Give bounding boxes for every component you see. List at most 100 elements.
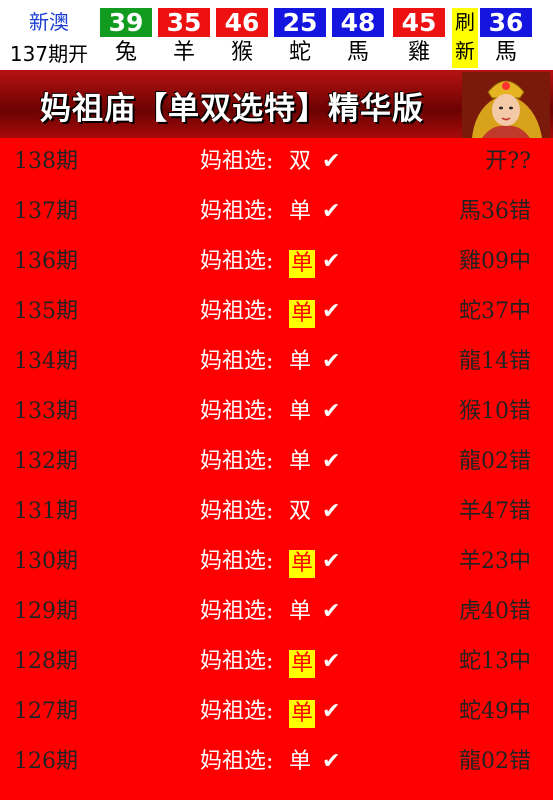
prediction-pick: 单 bbox=[289, 599, 312, 624]
draw-result: 羊47错 bbox=[459, 499, 531, 524]
checkmark-icon: ✔ bbox=[322, 299, 341, 324]
prediction-row: 129期 妈祖选: 单 ✔ 虎40错 bbox=[0, 588, 553, 638]
ball-number: 45 bbox=[393, 8, 445, 37]
draw-result: 蛇49中 bbox=[459, 699, 531, 724]
issue-number: 133期 bbox=[14, 399, 78, 424]
prediction-pick: 单 bbox=[289, 650, 316, 678]
draw-result: 龍14错 bbox=[459, 349, 531, 374]
number-ball: 25 蛇 bbox=[274, 8, 326, 70]
prediction-label: 妈祖选: bbox=[200, 649, 274, 674]
brand-name: 新澳 bbox=[29, 10, 69, 34]
issue-number: 129期 bbox=[14, 599, 78, 624]
draw-result: 雞09中 bbox=[459, 249, 531, 274]
prediction-pick: 单 bbox=[289, 700, 316, 728]
checkmark-icon: ✔ bbox=[322, 649, 341, 674]
ball-number: 48 bbox=[332, 8, 384, 37]
prediction-label: 妈祖选: bbox=[200, 299, 274, 324]
issue-number: 137期 bbox=[14, 199, 78, 224]
number-ball: 48 馬 bbox=[332, 8, 384, 70]
draw-result: 龍02错 bbox=[459, 749, 531, 774]
prediction-row: 128期 妈祖选: 单 ✔ 蛇13中 bbox=[0, 638, 553, 688]
ball-zodiac: 馬 bbox=[332, 37, 384, 70]
prediction-pick: 双 bbox=[289, 499, 312, 524]
brand-block: 新澳 137期开 bbox=[0, 0, 98, 70]
checkmark-icon: ✔ bbox=[322, 149, 341, 174]
ball-zodiac: 兔 bbox=[100, 37, 152, 70]
ball-zodiac: 猴 bbox=[216, 37, 268, 70]
prediction-row: 134期 妈祖选: 单 ✔ 龍14错 bbox=[0, 338, 553, 388]
ball-zodiac: 羊 bbox=[158, 37, 210, 70]
prediction-label: 妈祖选: bbox=[200, 749, 274, 774]
refresh-button[interactable]: 刷 新 bbox=[452, 8, 478, 68]
draw-issue: 137期开 bbox=[9, 42, 89, 66]
draw-result: 龍02错 bbox=[459, 449, 531, 474]
issue-number: 138期 bbox=[14, 149, 78, 174]
prediction-label: 妈祖选: bbox=[200, 549, 274, 574]
ball-zodiac: 蛇 bbox=[274, 37, 326, 70]
prediction-row: 126期 妈祖选: 单 ✔ 龍02错 bbox=[0, 738, 553, 788]
prediction-row: 127期 妈祖选: 单 ✔ 蛇49中 bbox=[0, 688, 553, 738]
prediction-pick: 单 bbox=[289, 250, 316, 278]
prediction-row: 135期 妈祖选: 单 ✔ 蛇37中 bbox=[0, 288, 553, 338]
special-number: 36 bbox=[480, 8, 532, 37]
draw-result: 羊23中 bbox=[459, 549, 531, 574]
ball-number: 39 bbox=[100, 8, 152, 37]
number-ball: 45 雞 bbox=[393, 8, 445, 70]
page-title: 妈祖庙【单双选特】精华版 bbox=[40, 91, 424, 127]
refresh-label-1: 刷 bbox=[455, 10, 475, 34]
prediction-pick: 单 bbox=[289, 199, 312, 224]
prediction-label: 妈祖选: bbox=[200, 699, 274, 724]
draw-result: 蛇37中 bbox=[459, 299, 531, 324]
ball-number: 46 bbox=[216, 8, 268, 37]
page-banner: 妈祖庙【单双选特】精华版 bbox=[0, 70, 553, 138]
draw-result: 蛇13中 bbox=[459, 649, 531, 674]
ball-zodiac: 雞 bbox=[393, 37, 445, 70]
prediction-row: 132期 妈祖选: 单 ✔ 龍02错 bbox=[0, 438, 553, 488]
prediction-pick: 单 bbox=[289, 749, 312, 774]
prediction-label: 妈祖选: bbox=[200, 149, 274, 174]
special-zodiac: 馬 bbox=[480, 37, 532, 70]
draw-result: 馬36错 bbox=[459, 199, 531, 224]
prediction-row: 138期 妈祖选: 双 ✔ 开?? bbox=[0, 138, 553, 188]
refresh-label-2: 新 bbox=[455, 39, 475, 63]
draw-result: 猴10错 bbox=[459, 399, 531, 424]
ball-number: 25 bbox=[274, 8, 326, 37]
prediction-pick: 双 bbox=[289, 149, 312, 174]
prediction-pick: 单 bbox=[289, 550, 316, 578]
prediction-list: 138期 妈祖选: 双 ✔ 开?? 137期 妈祖选: 单 ✔ 馬36错 136期 妈祖选: 单 ✔ 雞09… bbox=[0, 138, 553, 800]
prediction-pick: 单 bbox=[289, 449, 312, 474]
checkmark-icon: ✔ bbox=[322, 499, 341, 524]
draw-result: 开?? bbox=[485, 149, 531, 174]
draw-result: 虎40错 bbox=[459, 599, 531, 624]
checkmark-icon: ✔ bbox=[322, 449, 341, 474]
checkmark-icon: ✔ bbox=[322, 599, 341, 624]
issue-number: 136期 bbox=[14, 249, 78, 274]
prediction-label: 妈祖选: bbox=[200, 249, 274, 274]
prediction-row: 130期 妈祖选: 单 ✔ 羊23中 bbox=[0, 538, 553, 588]
prediction-pick: 单 bbox=[289, 399, 312, 424]
mazu-statue-icon bbox=[462, 72, 550, 138]
issue-number: 127期 bbox=[14, 699, 78, 724]
draw-result-bar: 新澳 137期开 39 兔 35 羊 46 猴 25 蛇 48 馬 45 雞 刷 新 36 馬 bbox=[0, 0, 553, 70]
prediction-label: 妈祖选: bbox=[200, 449, 274, 474]
checkmark-icon: ✔ bbox=[322, 349, 341, 374]
prediction-row: 133期 妈祖选: 单 ✔ 猴10错 bbox=[0, 388, 553, 438]
prediction-row: 131期 妈祖选: 双 ✔ 羊47错 bbox=[0, 488, 553, 538]
issue-number: 126期 bbox=[14, 749, 78, 774]
prediction-pick: 单 bbox=[289, 300, 316, 328]
issue-number: 130期 bbox=[14, 549, 78, 574]
prediction-row: 137期 妈祖选: 单 ✔ 馬36错 bbox=[0, 188, 553, 238]
prediction-pick: 单 bbox=[289, 349, 312, 374]
checkmark-icon: ✔ bbox=[322, 549, 341, 574]
checkmark-icon: ✔ bbox=[322, 699, 341, 724]
prediction-label: 妈祖选: bbox=[200, 499, 274, 524]
checkmark-icon: ✔ bbox=[322, 249, 341, 274]
checkmark-icon: ✔ bbox=[322, 399, 341, 424]
issue-number: 132期 bbox=[14, 449, 78, 474]
prediction-label: 妈祖选: bbox=[200, 599, 274, 624]
number-ball: 35 羊 bbox=[158, 8, 210, 70]
special-number-ball: 36 馬 bbox=[480, 8, 532, 70]
checkmark-icon: ✔ bbox=[322, 199, 341, 224]
issue-number: 128期 bbox=[14, 649, 78, 674]
issue-number: 134期 bbox=[14, 349, 78, 374]
